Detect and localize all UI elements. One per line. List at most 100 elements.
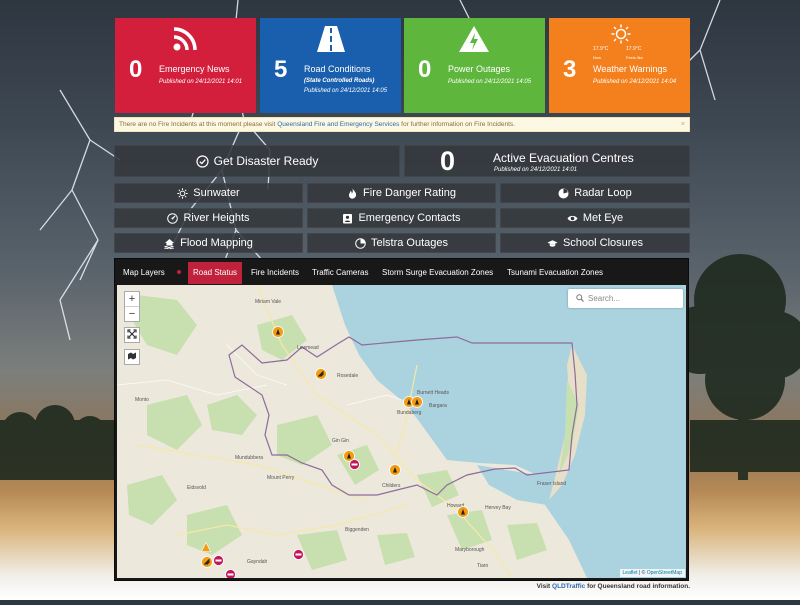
met-eye-label: Met Eye <box>582 212 624 224</box>
emergency-contacts-label: Emergency Contacts <box>358 212 461 224</box>
search-input[interactable]: Search... <box>588 294 620 303</box>
emergency-news-count: 0 <box>129 56 143 83</box>
layers-button[interactable] <box>124 349 140 365</box>
rss-icon <box>170 24 200 54</box>
road-warning-marker[interactable] <box>457 505 469 523</box>
flame-icon <box>347 188 358 199</box>
evacuation-count: 0 <box>440 145 456 176</box>
zoom-in-button[interactable]: + <box>125 292 139 307</box>
tab-storm-surge-evacuation-zones[interactable]: Storm Surge Evacuation Zones <box>377 262 498 284</box>
qldtraffic-link[interactable]: QLDTraffic <box>552 583 585 590</box>
town-label: Fraser Island <box>537 481 567 487</box>
radar-loop-label: Radar Loop <box>574 187 632 199</box>
town-label: Gin Gin <box>332 438 349 444</box>
close-icon[interactable]: × <box>681 118 685 131</box>
emergency-contacts-button[interactable]: Emergency Contacts <box>307 208 496 228</box>
school-closures-button[interactable]: School Closures <box>500 233 690 253</box>
check-circle-icon <box>196 154 209 168</box>
leaflet-link[interactable]: Leaflet <box>623 570 638 576</box>
tab-fire-incidents[interactable]: Fire Incidents <box>246 262 304 284</box>
power-outages-title: Power Outages <box>448 64 511 74</box>
town-label: Gayndah <box>247 559 268 565</box>
attribution-separator: | © <box>637 570 647 576</box>
evacuation-centres-panel[interactable]: 0 Active Evacuation Centres Published on… <box>404 145 690 177</box>
weather-label-now: Now <box>593 55 602 60</box>
telstra-outages-button[interactable]: Telstra Outages <box>307 233 496 253</box>
flood-mapping-button[interactable]: Flood Mapping <box>114 233 303 253</box>
get-disaster-ready-button[interactable]: Get Disaster Ready <box>114 145 400 177</box>
emergency-news-tile[interactable]: 0 Emergency News Published on 24/12/2021… <box>115 18 256 113</box>
road-warning-marker[interactable] <box>201 555 213 573</box>
zoom-control: + − <box>124 291 140 322</box>
evacuation-published: Published on 24/12/2021 14:01 <box>494 167 578 173</box>
town-label: Hervey Bay <box>485 505 511 511</box>
qfes-link[interactable]: Queensland Fire and Emergency Services <box>277 121 399 128</box>
contact-card-icon <box>342 213 353 224</box>
lightning-icon <box>458 24 489 54</box>
met-eye-button[interactable]: Met Eye <box>500 208 690 228</box>
fire-danger-rating-button[interactable]: Fire Danger Rating <box>307 183 496 203</box>
town-label: Rosedale <box>337 373 359 379</box>
zoom-out-button[interactable]: − <box>125 307 139 321</box>
river-heights-button[interactable]: River Heights <box>114 208 303 228</box>
road-closure-marker[interactable] <box>349 457 360 475</box>
flood-mapping-label: Flood Mapping <box>180 237 253 249</box>
sunwater-label: Sunwater <box>193 187 240 199</box>
weather-warnings-published: Published on 24/12/2021 14:04 <box>593 79 677 85</box>
power-outages-tile[interactable]: 0 Power Outages Published on 24/12/2021 … <box>404 18 545 113</box>
tab-tsunami-evacuation-zones[interactable]: Tsunami Evacuation Zones <box>502 262 608 284</box>
weather-label-feels: Feels like <box>626 55 643 60</box>
emergency-news-published: Published on 24/12/2021 14:01 <box>159 79 243 85</box>
openstreetmap-link[interactable]: OpenStreetMap <box>647 570 682 576</box>
power-outages-count: 0 <box>418 56 432 83</box>
map-attribution: Leaflet | © OpenStreetMap <box>619 569 685 577</box>
map-tiles <box>117 285 686 578</box>
road-warning-marker[interactable] <box>389 463 401 481</box>
town-label: Lowmead <box>297 345 319 351</box>
radar-icon <box>558 188 569 199</box>
fire-danger-rating-label: Fire Danger Rating <box>363 187 456 199</box>
graduation-cap-icon <box>547 238 558 249</box>
flood-house-icon <box>164 238 175 249</box>
road-closure-marker[interactable] <box>213 553 224 571</box>
weather-warnings-count: 3 <box>563 56 577 83</box>
road-icon <box>315 24 345 54</box>
map-view[interactable]: Miriam Vale Lowmead Rosedale Bundaberg B… <box>117 285 686 578</box>
town-label: Miriam Vale <box>255 299 282 305</box>
telstra-outages-label: Telstra Outages <box>370 237 449 249</box>
map-layers-icon <box>127 348 137 366</box>
sunwater-button[interactable]: Sunwater <box>114 183 303 203</box>
evacuation-title: Active Evacuation Centres <box>493 151 634 165</box>
tab-traffic-cameras[interactable]: Traffic Cameras <box>307 262 373 284</box>
emergency-news-title: Emergency News <box>159 64 230 74</box>
fullscreen-button[interactable] <box>124 327 140 343</box>
town-label: Maryborough <box>455 547 485 553</box>
town-label: Bargara <box>429 403 447 409</box>
weather-warnings-tile[interactable]: 3 17.9°C 17.9°C Now Feels like Weather W… <box>549 18 690 113</box>
map-layers-tabs: Map Layers Road Status Fire Incidents Tr… <box>115 259 688 285</box>
roadworks-marker[interactable] <box>201 539 211 557</box>
road-closure-marker[interactable] <box>225 567 236 578</box>
pie-chart-icon <box>355 237 366 249</box>
gauge-icon <box>167 212 179 224</box>
road-warning-marker[interactable] <box>272 325 284 343</box>
map-panel: Map Layers Road Status Fire Incidents Tr… <box>114 258 689 581</box>
footer-text-after: for Queensland road information. <box>585 583 690 590</box>
road-conditions-title: Road Conditions <box>304 64 371 74</box>
school-closures-label: School Closures <box>562 237 644 249</box>
fullscreen-icon <box>127 326 137 344</box>
radar-loop-button[interactable]: Radar Loop <box>500 183 690 203</box>
weather-temp-now: 17.9°C <box>593 46 609 52</box>
road-closure-marker[interactable] <box>293 547 304 565</box>
get-disaster-ready-label: Get Disaster Ready <box>213 154 319 168</box>
notice-text-after: for further information on Fire Incident… <box>399 121 515 128</box>
map-layers-dot-icon <box>177 270 181 274</box>
road-warning-marker[interactable] <box>315 367 327 385</box>
tab-road-status[interactable]: Road Status <box>188 262 243 284</box>
road-conditions-subtitle: (State Controlled Roads) <box>304 78 375 84</box>
weather-temp-feels: 17.9°C <box>626 46 642 52</box>
map-search-box[interactable]: Search... <box>568 289 683 308</box>
eye-icon <box>567 213 578 224</box>
road-conditions-tile[interactable]: 5 Road Conditions (State Controlled Road… <box>260 18 401 113</box>
road-warning-marker[interactable] <box>411 395 423 413</box>
